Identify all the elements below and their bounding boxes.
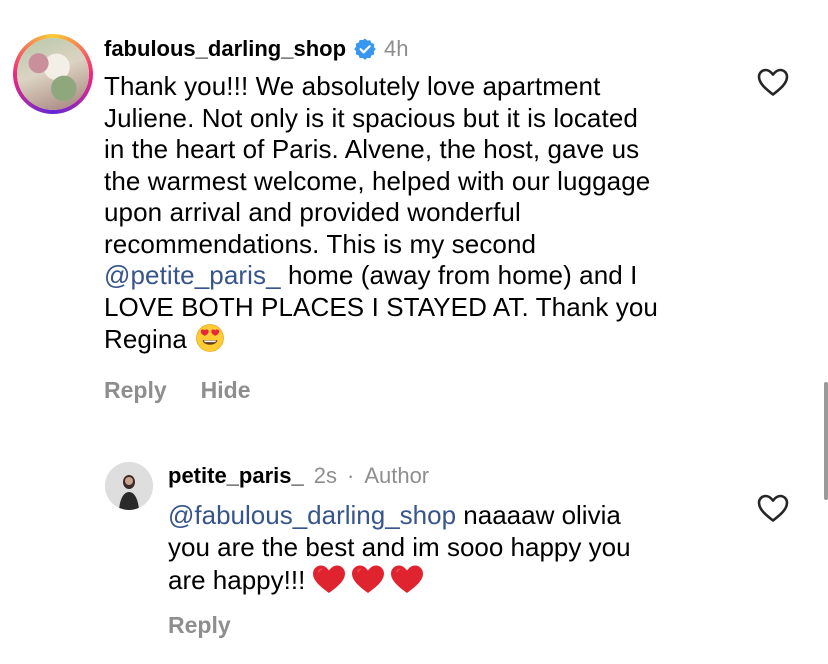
reply-button[interactable]: Reply: [168, 612, 231, 638]
author-label: Author: [364, 463, 430, 488]
avatar: [17, 38, 89, 110]
reply-header: petite_paris_ 2s · Author: [168, 462, 429, 490]
like-heart-icon[interactable]: [756, 492, 790, 524]
hide-button[interactable]: Hide: [201, 377, 251, 404]
comment-text: Thank you!!! We absolutely love apartmen…: [104, 71, 658, 354]
profile-photo: [105, 462, 153, 510]
mention-link[interactable]: @fabulous_darling_shop: [168, 500, 456, 530]
username[interactable]: petite_paris_: [168, 463, 304, 489]
hearts-emoji-group: [311, 563, 425, 595]
avatar-story-ring[interactable]: [13, 34, 93, 114]
comment-actions: Reply Hide: [104, 377, 250, 404]
comment-header: fabulous_darling_shop 4h: [104, 36, 409, 62]
scrollbar[interactable]: [824, 382, 828, 500]
red-heart-emoji: [313, 565, 346, 593]
timestamp: 2s: [313, 463, 337, 488]
reply-actions: Reply: [168, 612, 231, 639]
reply-text: @fabulous_darling_shop naaaaw olivia you…: [168, 500, 631, 595]
username[interactable]: fabulous_darling_shop: [104, 36, 346, 62]
reply-button[interactable]: Reply: [104, 377, 167, 404]
like-heart-icon[interactable]: [756, 66, 790, 98]
heart-eyes-emoji: [196, 324, 224, 352]
red-heart-emoji: [391, 565, 424, 593]
verified-badge-icon: [354, 38, 376, 60]
mention-link[interactable]: @petite_paris_: [104, 260, 281, 290]
timestamp: 4h: [384, 36, 409, 61]
avatar[interactable]: [105, 462, 153, 510]
red-heart-emoji: [352, 565, 385, 593]
separator: ·: [346, 463, 355, 488]
